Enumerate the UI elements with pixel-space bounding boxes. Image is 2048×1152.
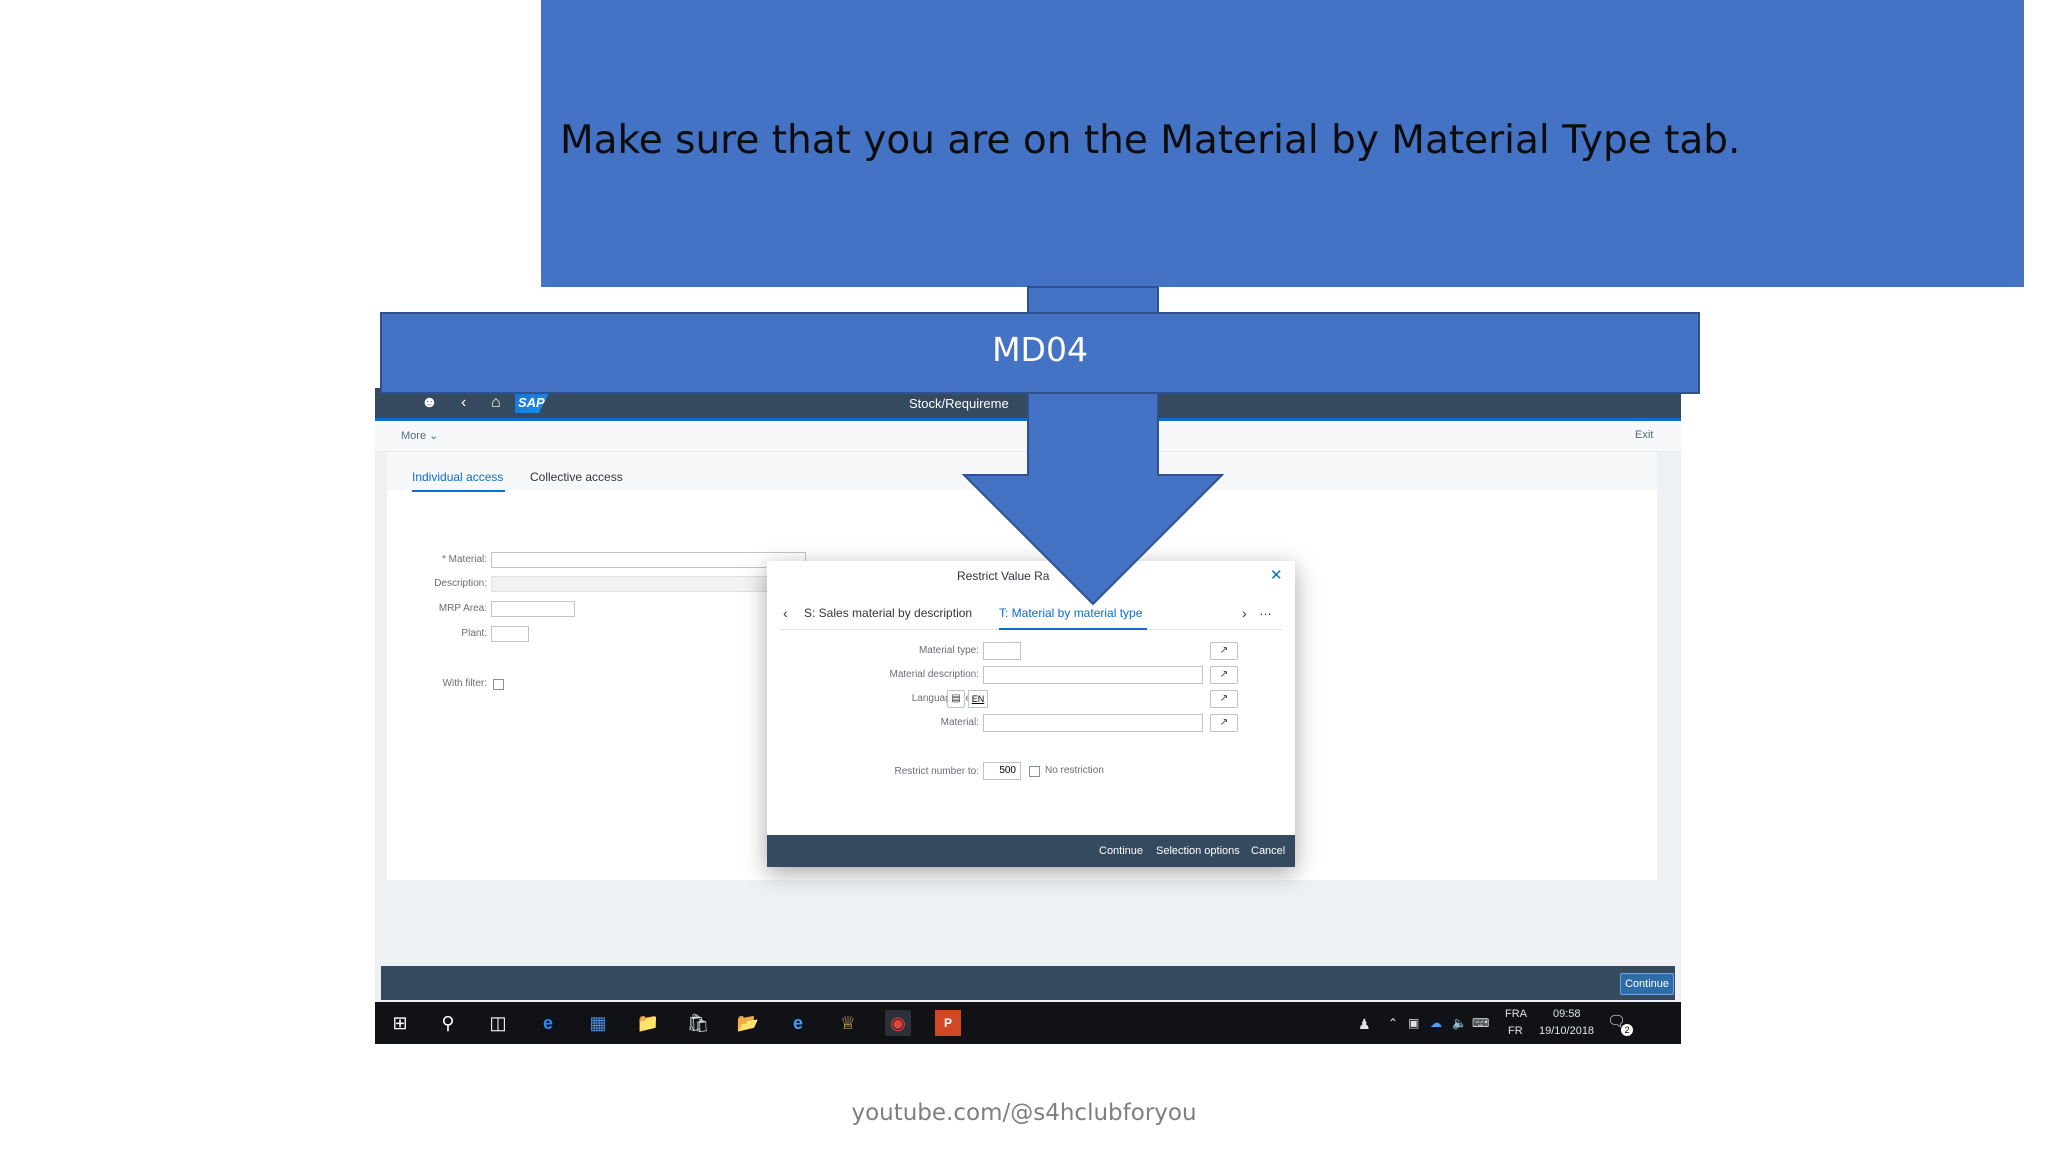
down-arrow-overlay — [961, 286, 1225, 606]
channel-credit: youtube.com/@s4hclubforyou — [851, 1100, 1197, 1126]
transaction-code: MD04 — [992, 330, 1088, 369]
